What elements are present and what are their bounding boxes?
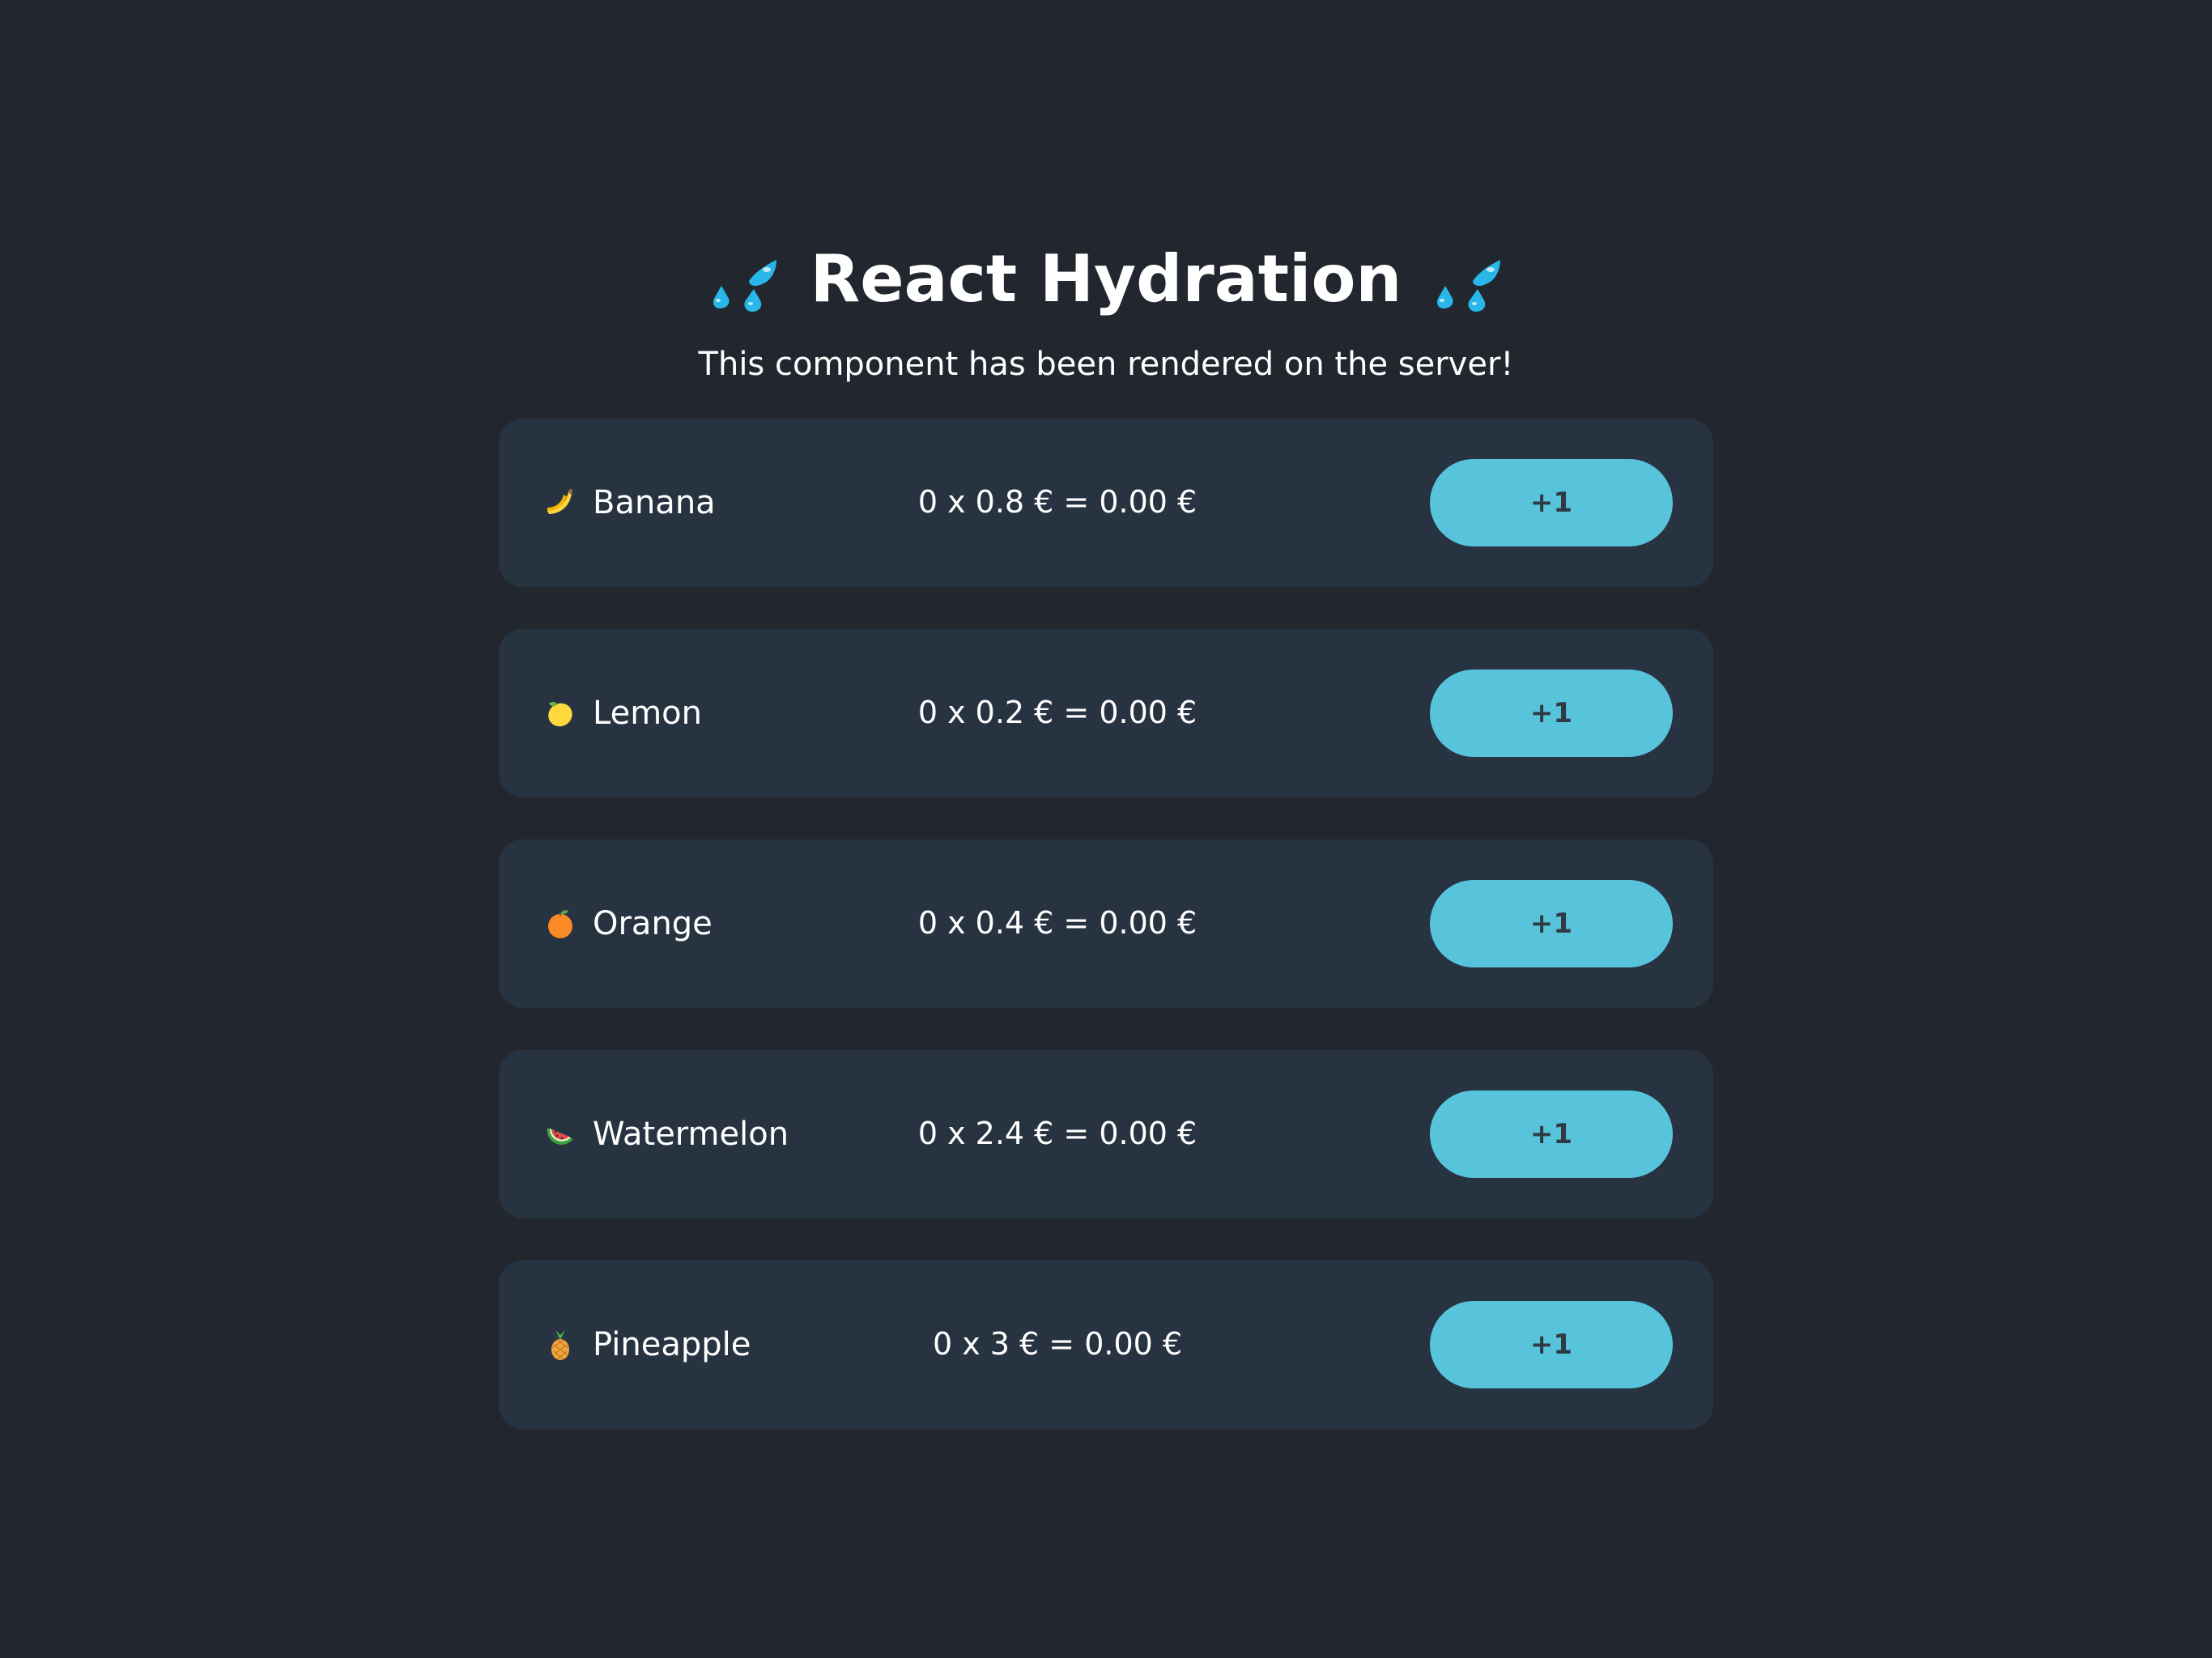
sweat-droplets-icon [1437,260,1501,312]
fruit-name: Watermelon [593,1116,789,1153]
fruit-name: Orange [593,905,713,942]
price-line: 0 x 3 € = 0.00 € [932,1326,1183,1362]
fruit-name: Lemon [593,695,702,732]
fruit-row-orange: Orange 0 x 0.4 € = 0.00 € +1 [499,840,1713,1008]
page: React Hydration This component has been … [0,0,2212,1658]
watermelon-icon [547,1128,573,1146]
fruit-row-pineapple: Pineapple 0 x 3 € = 0.00 € +1 [499,1261,1713,1429]
add-one-button[interactable]: +1 [1430,1301,1673,1388]
title-row: React Hydration [0,235,2212,324]
add-one-button[interactable]: +1 [1430,670,1673,757]
header: React Hydration This component has been … [0,235,2212,387]
add-one-button[interactable]: +1 [1430,1090,1673,1178]
price-line: 0 x 2.4 € = 0.00 € [917,1116,1197,1151]
sweat-droplets-icon [713,260,776,312]
fruit-row-banana: Banana 0 x 0.8 € = 0.00 € +1 [499,419,1713,587]
fruit-list: Banana 0 x 0.8 € = 0.00 € +1 Lemon 0 x 0… [499,419,1713,1429]
fruit-row-watermelon: Watermelon 0 x 2.4 € = 0.00 € +1 [499,1050,1713,1218]
page-title: React Hydration [810,241,1402,317]
price-line: 0 x 0.4 € = 0.00 € [917,905,1197,941]
page-subtitle: This component has been rendered on the … [698,346,1514,383]
price-line: 0 x 0.2 € = 0.00 € [917,695,1197,730]
price-line: 0 x 0.8 € = 0.00 € [917,484,1197,520]
fruit-name: Banana [593,484,716,521]
add-one-button[interactable]: +1 [1430,880,1673,967]
fruit-row-lemon: Lemon 0 x 0.2 € = 0.00 € +1 [499,629,1713,797]
fruit-name: Pineapple [593,1326,751,1363]
banana-icon [547,489,572,514]
orange-icon [548,910,572,938]
pineapple-icon [551,1330,569,1360]
add-one-button[interactable]: +1 [1430,459,1673,546]
lemon-icon [548,701,572,727]
